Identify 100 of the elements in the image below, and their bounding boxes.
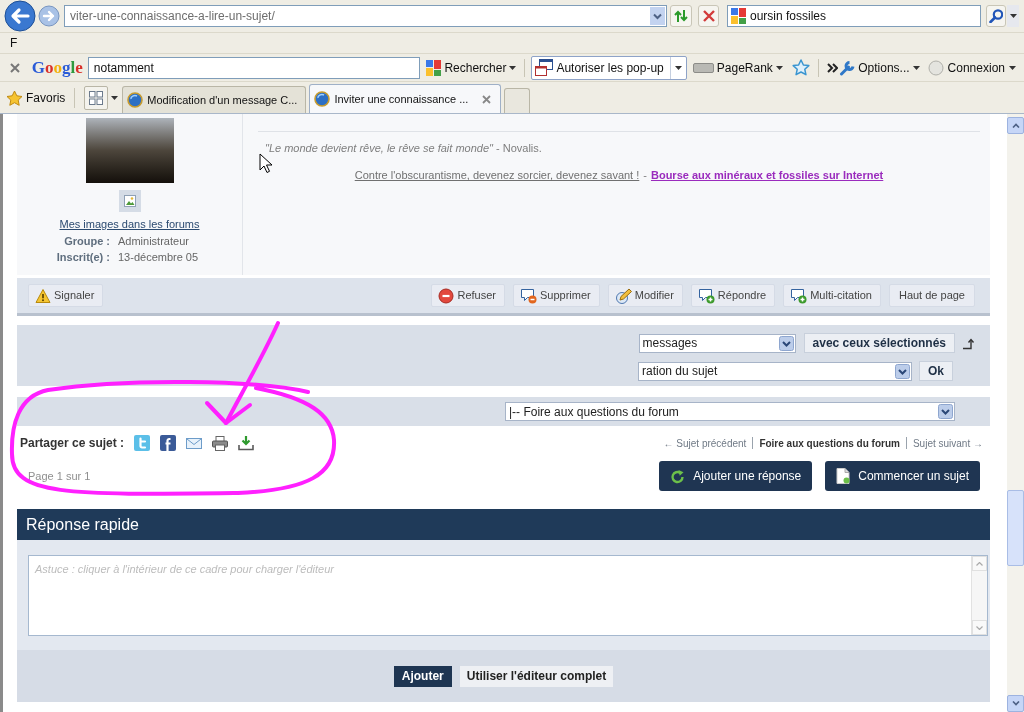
- toolbar-search-field[interactable]: notamment: [87, 56, 421, 79]
- windows-icon: [535, 59, 554, 76]
- chevron-down-icon: [1011, 701, 1020, 706]
- pagerank-button[interactable]: PageRank: [692, 56, 783, 79]
- wrench-icon: [839, 59, 856, 76]
- circular-arrow-icon: [670, 468, 686, 484]
- arrow-right-icon: [38, 5, 60, 27]
- arrow-left-icon: [4, 0, 36, 32]
- scroll-down-button[interactable]: [1007, 695, 1024, 712]
- menu-item[interactable]: F: [10, 34, 18, 52]
- speech-bubble-plus-icon: [697, 287, 715, 304]
- favorites-button[interactable]: Favoris: [6, 88, 66, 107]
- back-button[interactable]: [4, 0, 36, 32]
- close-icon: [481, 94, 491, 104]
- caret-icon: [1009, 14, 1017, 18]
- envelope-icon: [186, 437, 203, 449]
- scrollbar-thumb[interactable]: [1007, 490, 1024, 566]
- browser-tab[interactable]: Inviter une connaissance ...: [309, 84, 502, 113]
- dropdown-select[interactable]: ration du sujet: [638, 361, 912, 381]
- signature-link[interactable]: Contre l'obscurantisme, devenez sorcier, devenez savant !: [354, 169, 640, 181]
- pencil-icon: [614, 287, 632, 304]
- action-button[interactable]: Refuser: [431, 284, 505, 307]
- globe-icon: [127, 92, 144, 108]
- refresh-button[interactable]: [670, 5, 692, 27]
- reply-form-button[interactable]: Ajouter: [393, 665, 452, 687]
- search-button[interactable]: [986, 5, 1006, 27]
- chevron-up-icon: [1011, 123, 1020, 128]
- search-field[interactable]: oursin fossiles: [727, 5, 981, 27]
- field-label: Groupe :: [63, 234, 110, 249]
- field-value: 13-décembre 05: [118, 250, 200, 265]
- signature-text: Contre l'obscurantisme, devenez sorcier, devenez savant ! - Bourse aux minéraux et fossiles sur Internet: [353, 168, 885, 182]
- mouse-pointer-icon: [259, 153, 272, 174]
- toolbar-close-button[interactable]: [9, 61, 21, 74]
- options-menu-button[interactable]: Options...: [839, 56, 920, 79]
- selection-action-button[interactable]: avec ceux sélectionnés: [803, 333, 955, 353]
- action-button[interactable]: Multi-citation: [783, 284, 881, 307]
- share-button[interactable]: [160, 435, 177, 451]
- speech-bubble-minus-icon: [520, 287, 537, 304]
- dropdown-select[interactable]: |-- Foire aux questions du forum: [505, 402, 955, 421]
- grid-icon: [89, 91, 104, 105]
- popup-blocker-button[interactable]: Autoriser les pop-up: [531, 55, 687, 80]
- google-logo: Google: [31, 59, 83, 76]
- signature-quote: "Le monde devient rêve, le rêve se fait monde" - Novalis.: [265, 141, 543, 155]
- topic-button[interactable]: Commencer un sujet: [825, 461, 980, 491]
- caret-icon: [509, 65, 517, 70]
- topic-nav-link[interactable]: ← Sujet précédent: [663, 435, 747, 451]
- caret-icon: [110, 96, 118, 100]
- star-icon: [6, 89, 23, 106]
- action-button[interactable]: Haut de page: [888, 284, 975, 307]
- reply-form-button[interactable]: Utiliser l'éditeur complet: [459, 665, 614, 687]
- pagination-text: Page 1 sur 1: [28, 468, 91, 484]
- search-icon: [989, 9, 1003, 23]
- chevron-up-icon: [976, 561, 983, 566]
- signature-link[interactable]: Bourse aux minéraux et fossiles sur Internet: [650, 169, 884, 181]
- sign-in-menu-button[interactable]: Connexion: [927, 56, 1016, 79]
- quick-tabs-button[interactable]: [84, 86, 109, 110]
- search-options-button[interactable]: [1007, 5, 1019, 27]
- action-button[interactable]: Répondre: [690, 284, 776, 307]
- double-chevron-icon: [826, 62, 838, 73]
- forward-button[interactable]: [38, 5, 60, 27]
- profile-link[interactable]: Mes images dans les forums: [59, 218, 200, 231]
- browser-tab[interactable]: Modification d'un message C...: [122, 86, 307, 113]
- speech-bubble-plus-icon: [790, 287, 808, 304]
- caret-icon: [674, 65, 682, 70]
- stop-button[interactable]: [698, 5, 719, 27]
- topic-nav-link[interactable]: Sujet suivant →: [912, 435, 983, 451]
- caret-icon: [1009, 65, 1016, 70]
- scroll-up-button[interactable]: [1007, 117, 1024, 134]
- dropdown-select[interactable]: messages: [638, 333, 796, 353]
- share-label: Partager ce sujet :: [20, 435, 125, 452]
- ok-button[interactable]: Ok: [919, 361, 953, 381]
- colored-squares-icon: [426, 59, 442, 76]
- document-icon: [836, 468, 851, 484]
- action-button[interactable]: Supprimer: [513, 284, 600, 307]
- quick-reply-title: Réponse rapide: [26, 514, 139, 535]
- scroll-down-button[interactable]: [972, 620, 987, 635]
- star-icon: [791, 59, 810, 76]
- stop-icon: [702, 10, 715, 22]
- share-button[interactable]: [212, 435, 229, 451]
- action-button[interactable]: Signaler: [28, 284, 104, 307]
- pagerank-bar-icon: [692, 62, 714, 73]
- warning-icon: [35, 287, 51, 304]
- facebook-icon: [160, 435, 177, 451]
- search-menu-button[interactable]: Rechercher: [424, 56, 519, 79]
- address-field[interactable]: viter-une-connaissance-a-lire-un-sujet/: [64, 5, 667, 27]
- topic-button[interactable]: Ajouter une réponse: [659, 461, 813, 491]
- image-icon: [118, 190, 141, 212]
- no-entry-icon: [438, 287, 455, 304]
- field-label: Inscrit(e) :: [55, 250, 110, 265]
- caret-icon: [775, 65, 783, 70]
- action-button[interactable]: Modifier: [607, 284, 683, 307]
- topic-nav-link[interactable]: Foire aux questions du forum: [759, 435, 900, 451]
- corner-arrow-icon: [962, 336, 975, 350]
- twitter-icon: [134, 435, 151, 451]
- circle-icon: [927, 59, 944, 76]
- share-button[interactable]: [238, 435, 255, 451]
- refresh-arrows-icon: [674, 9, 688, 23]
- tab-close-button[interactable]: [480, 93, 493, 105]
- caret-icon: [912, 65, 920, 70]
- globe-icon: [314, 91, 331, 107]
